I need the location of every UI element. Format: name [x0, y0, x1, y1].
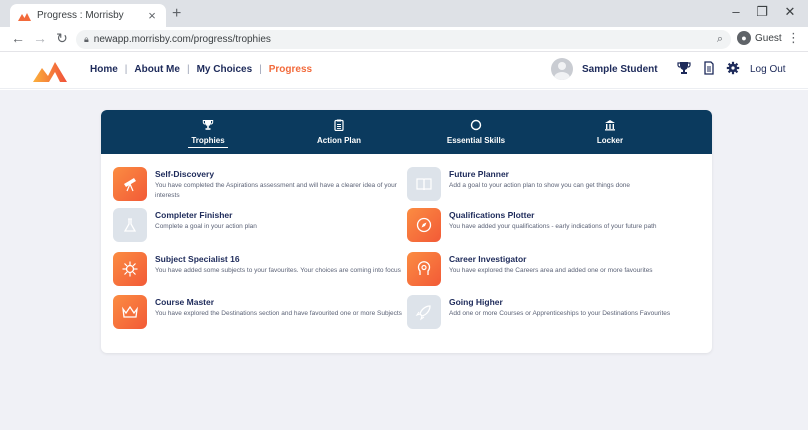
user-menu[interactable]: Sample Student: [551, 58, 658, 80]
tab-action-plan[interactable]: Action Plan: [279, 110, 399, 154]
trophy-description: You have added your qualifications - ear…: [449, 223, 657, 230]
url-text: newapp.morrisby.com/progress/trophies: [93, 34, 271, 45]
nav-about-me[interactable]: About Me: [134, 64, 180, 75]
lock-icon: 🔒︎: [84, 34, 89, 44]
nav-separator: |: [186, 64, 190, 75]
address-bar: ← → ↻ 🔒︎ newapp.morrisby.com/progress/tr…: [0, 27, 808, 52]
morrisby-logo[interactable]: [33, 60, 67, 82]
trophy-going-higher[interactable]: Going Higher Add one or more Courses or …: [407, 295, 697, 335]
tab-label: Essential Skills: [446, 136, 506, 145]
trophy-description: Complete a goal in your action plan: [155, 223, 257, 230]
trophy-badge: [113, 252, 147, 286]
document-icon[interactable]: [702, 61, 716, 75]
close-tab-icon[interactable]: ×: [146, 8, 158, 23]
tab-label: Action Plan: [316, 136, 361, 145]
browser-tab-title: Progress : Morrisby: [37, 10, 124, 21]
trophy-name: Career Investigator: [449, 254, 527, 264]
trophy-description: You have explored the Destinations secti…: [155, 310, 402, 317]
progress-card: Trophies Action Plan Essential Skills Lo…: [101, 110, 712, 353]
trophy-self-discovery[interactable]: Self-Discovery You have completed the As…: [113, 167, 403, 207]
trophy-badge: [407, 208, 441, 242]
browser-menu-icon[interactable]: ⋮: [787, 30, 800, 46]
tab-label: Trophies: [191, 136, 225, 145]
avatar: [551, 58, 573, 80]
trophy-badge: [113, 295, 147, 329]
crown-icon: [122, 305, 138, 318]
virus-icon: [122, 261, 138, 277]
new-tab-icon[interactable]: +: [172, 5, 181, 23]
trophy-description: Add one or more Courses or Apprenticeshi…: [449, 310, 671, 317]
profile-icon: ●: [737, 31, 751, 45]
locker-icon: [605, 120, 615, 131]
close-window-icon[interactable]: ✕: [780, 4, 800, 20]
trophy-name: Self-Discovery: [155, 169, 215, 179]
trophy-description: You have explored the Careers area and a…: [449, 267, 653, 274]
profile-label: Guest: [755, 32, 782, 44]
clipboard-icon: [334, 119, 344, 131]
trophy-badge: [407, 252, 441, 286]
user-name: Sample Student: [582, 63, 658, 75]
trophy-icon[interactable]: [677, 61, 691, 75]
trophy-course-master[interactable]: Course Master You have explored the Dest…: [113, 295, 403, 335]
trophy-name: Subject Specialist 16: [155, 254, 240, 264]
tab-locker[interactable]: Locker: [550, 110, 670, 154]
trophy-qualifications-plotter[interactable]: Qualifications Plotter You have added yo…: [407, 208, 697, 248]
profile-button[interactable]: ● Guest: [737, 31, 782, 45]
trophy-description: You have added some subjects to your fav…: [155, 267, 401, 274]
trophy-badge: [407, 167, 441, 201]
trophy-name: Future Planner: [449, 169, 509, 179]
logout-link[interactable]: Log Out: [750, 64, 786, 75]
flask-icon: [123, 218, 137, 232]
nav-my-choices[interactable]: My Choices: [197, 64, 253, 75]
browser-tab[interactable]: Progress : Morrisby ×: [10, 4, 166, 27]
url-field[interactable]: 🔒︎ newapp.morrisby.com/progress/trophies…: [76, 30, 731, 49]
trophy-badge: [407, 295, 441, 329]
trophy-badge: [113, 167, 147, 201]
compass-icon: [416, 217, 432, 233]
nav-separator: |: [259, 64, 262, 75]
trophy-name: Completer Finisher: [155, 210, 233, 220]
zoom-icon[interactable]: ⌕: [717, 33, 723, 46]
restore-icon[interactable]: ❐: [752, 4, 772, 20]
rocket-icon: [415, 305, 431, 321]
trophy-description: You have completed the Aspirations asses…: [155, 182, 397, 199]
nav-progress[interactable]: Progress: [269, 64, 312, 75]
gear-icon[interactable]: [726, 61, 740, 75]
tab-label: Locker: [596, 136, 624, 145]
trophy-description: Add a goal to your action plan to show y…: [449, 182, 631, 189]
forward-icon[interactable]: →: [32, 30, 48, 46]
trophy-icon: [202, 120, 214, 130]
tab-essential-skills[interactable]: Essential Skills: [416, 110, 536, 154]
progress-tabs: Trophies Action Plan Essential Skills Lo…: [101, 110, 712, 154]
minimize-icon[interactable]: –: [726, 4, 746, 19]
trophy-name: Qualifications Plotter: [449, 210, 535, 220]
trophy-name: Going Higher: [449, 297, 503, 307]
circle-icon: [470, 119, 482, 131]
main-nav: Home | About Me | My Choices | Progress: [90, 64, 312, 75]
telescope-icon: [124, 178, 136, 192]
tab-trophies[interactable]: Trophies: [148, 110, 268, 154]
browser-tab-bar: Progress : Morrisby × + – ❐ ✕: [0, 0, 808, 27]
book-icon: [416, 178, 432, 191]
trophy-badge: [113, 208, 147, 242]
back-icon[interactable]: ←: [10, 30, 26, 46]
active-tab-indicator: [188, 147, 228, 148]
head-gear-icon: [417, 261, 431, 275]
nav-home[interactable]: Home: [90, 64, 118, 75]
morrisby-favicon-icon: [18, 12, 31, 21]
reload-icon[interactable]: ↻: [54, 30, 70, 47]
trophy-career-investigator[interactable]: Career Investigator You have explored th…: [407, 252, 697, 292]
nav-separator: |: [124, 64, 128, 75]
trophy-future-planner[interactable]: Future Planner Add a goal to your action…: [407, 167, 697, 207]
trophy-subject-specialist[interactable]: Subject Specialist 16 You have added som…: [113, 252, 403, 292]
trophy-name: Course Master: [155, 297, 215, 307]
trophy-completer-finisher[interactable]: Completer Finisher Complete a goal in yo…: [113, 208, 403, 248]
